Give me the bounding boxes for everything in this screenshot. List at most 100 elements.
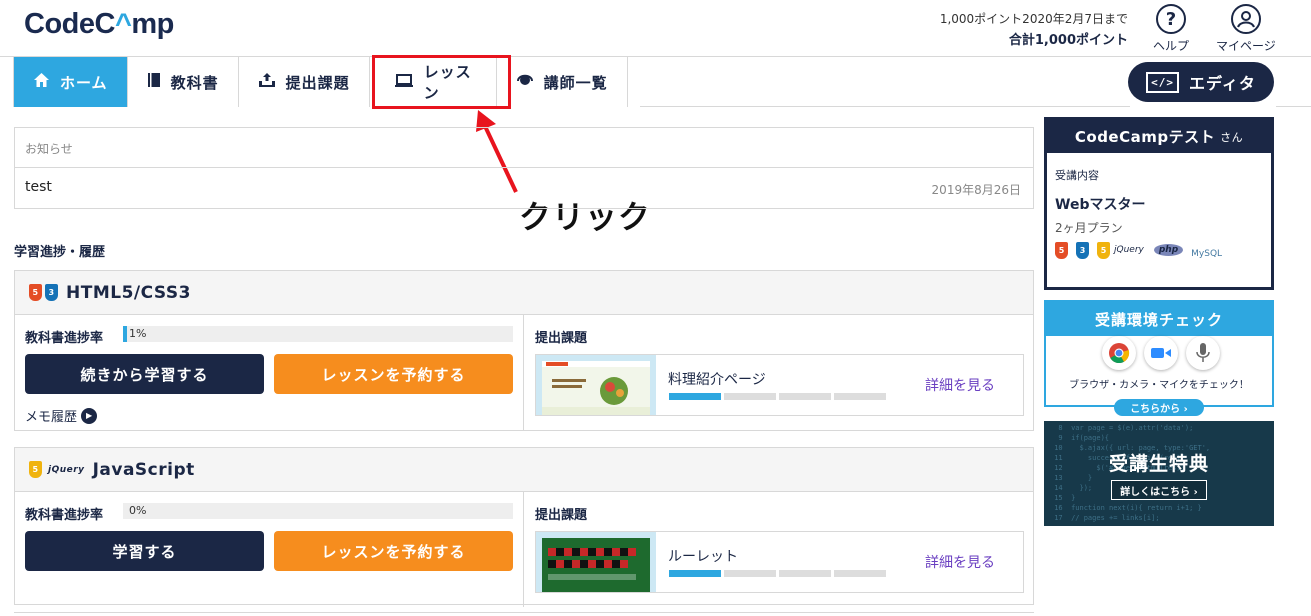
codecamp-logo[interactable]: CodeC^mp <box>24 8 174 41</box>
user-icon <box>1230 4 1261 34</box>
nav-home-label: ホーム <box>60 73 108 92</box>
task-step-segment <box>669 393 721 400</box>
progress-bar: 1% <box>123 326 513 342</box>
perk-title: 受講生特典 <box>1108 453 1209 475</box>
headset-icon <box>516 72 534 92</box>
html5-icon: 5 <box>29 284 42 301</box>
tech-icons: 5 3 5 jQuery php MySQL <box>1055 241 1222 259</box>
env-check-icons <box>1102 336 1228 370</box>
nav-assignments-label: 提出課題 <box>285 73 350 92</box>
lesson-highlight-box <box>372 55 511 109</box>
help-label: ヘルプ <box>1153 39 1190 53</box>
course-name: HTML5/CSS3 <box>66 282 191 303</box>
nav-instructors-label: 講師一覧 <box>543 73 608 92</box>
progress-label: 教科書進捗率 <box>25 331 104 346</box>
progress-percent: 0% <box>129 504 147 517</box>
memo-history-link[interactable]: メモ履歴 ▶ <box>25 406 98 425</box>
play-icon: ▶ <box>81 407 98 424</box>
nav-divider <box>1276 106 1311 107</box>
course-card-javascript: 5 jQuery JavaScript 教科書進捗率 0% 学習する レッスンを… <box>14 447 1034 607</box>
reserve-lesson-button[interactable]: レッスンを予約する <box>274 354 513 394</box>
task-step-segment <box>724 393 776 400</box>
notice-date: 2019年8月26日 <box>931 183 1021 197</box>
task-step-segment <box>834 393 886 400</box>
html5-icon: 5 <box>1055 241 1068 259</box>
nav-textbook-label: 教科書 <box>170 73 219 92</box>
mysql-icon: MySQL <box>1191 249 1223 259</box>
notice-heading: お知らせ <box>15 128 1033 168</box>
nav-home[interactable]: ホーム <box>14 57 128 107</box>
nav-assignments[interactable]: 提出課題 <box>239 57 370 107</box>
enrollment-label: 受講内容 <box>1055 169 1099 182</box>
thumbnail-inner <box>542 361 650 415</box>
notice-panel: お知らせ test 2019年8月26日 <box>14 127 1034 209</box>
nav-textbook[interactable]: 教科書 <box>128 57 239 107</box>
progress-fill <box>123 326 127 342</box>
microphone-icon <box>1186 336 1220 370</box>
css3-icon: 3 <box>1076 241 1089 259</box>
task-step-segment <box>779 393 831 400</box>
task-title: 料理紹介ページ <box>668 372 766 388</box>
task-title: ルーレット <box>668 549 738 565</box>
notice-item[interactable]: test 2019年8月26日 <box>15 168 1033 206</box>
nav-instructors[interactable]: 講師一覧 <box>497 57 628 107</box>
js-icon: 5 <box>1097 241 1110 259</box>
task-thumbnail <box>536 532 656 592</box>
task-label: 提出課題 <box>535 331 588 346</box>
nav-divider <box>640 106 1130 107</box>
editor-label: エディタ <box>1188 74 1256 93</box>
environment-check-card[interactable]: 受講環境チェック ブラウザ・カメラ・マイクをチェック！ こちらから › <box>1044 300 1274 416</box>
task-thumbnail <box>536 355 656 415</box>
task-step-segment <box>724 570 776 577</box>
env-check-button[interactable]: こちらから › <box>1114 399 1204 416</box>
user-card: CodeCampテスト さん 受講内容 Webマスター 2ヶ月プラン 5 3 5… <box>1044 117 1274 290</box>
reserve-lesson-button[interactable]: レッスンを予約する <box>274 531 513 571</box>
course-body: 教科書進捗率 1% 続きから学習する レッスンを予約する メモ履歴 ▶ 提出課題… <box>15 315 1033 430</box>
points-info: 1,000ポイント2020年2月7日まで 合計1,000ポイント <box>940 10 1128 48</box>
css3-icon: 3 <box>45 284 58 301</box>
js-icon: 5 <box>29 461 42 478</box>
task-progress <box>669 570 889 577</box>
notice-title: test <box>25 179 52 195</box>
help-button[interactable]: ? ヘルプ <box>1153 4 1189 54</box>
start-learning-button[interactable]: 学習する <box>25 531 264 571</box>
continue-learning-button[interactable]: 続きから学習する <box>25 354 264 394</box>
plan-label: 2ヶ月プラン <box>1055 221 1123 235</box>
php-icon: php <box>1153 244 1184 256</box>
mypage-button[interactable]: マイページ <box>1216 4 1276 54</box>
user-name: CodeCampテスト <box>1074 128 1216 146</box>
code-icon: </> <box>1146 71 1179 93</box>
course-card-html: 5 3 HTML5/CSS3 教科書進捗率 1% 続きから学習する レッスンを予… <box>14 270 1034 431</box>
detail-link[interactable]: 詳細を見る <box>925 375 995 395</box>
course-name: JavaScript <box>92 459 195 480</box>
detail-link[interactable]: 詳細を見る <box>925 552 995 572</box>
jquery-icon: jQuery <box>1114 245 1144 255</box>
task-progress <box>669 393 889 400</box>
env-check-title: 受講環境チェック <box>1046 302 1272 336</box>
user-suffix: さん <box>1220 130 1244 144</box>
points-expiry: 1,000ポイント2020年2月7日まで <box>939 12 1128 26</box>
points-total: 合計1,000ポイント <box>1008 33 1128 48</box>
chrome-icon <box>1102 336 1136 370</box>
task-step-segment <box>834 570 886 577</box>
editor-button[interactable]: </> エディタ <box>1128 62 1274 102</box>
env-check-text: ブラウザ・カメラ・マイクをチェック！ <box>1069 380 1249 391</box>
mypage-label: マイページ <box>1216 39 1276 53</box>
course-left: 教科書進捗率 0% 学習する レッスンを予約する <box>15 492 524 607</box>
help-icon: ? <box>1156 4 1186 34</box>
perk-details-button[interactable]: 詳しくはこちら › <box>1111 480 1207 500</box>
student-perks-banner[interactable]: 8 var page = $(e).attr('data'); 9 if(pag… <box>1044 421 1274 526</box>
section-title: 学習進捗・履歴 <box>14 245 106 260</box>
content-bottom-border <box>14 612 1034 613</box>
home-icon <box>33 72 50 92</box>
memo-history-label: メモ履歴 <box>25 410 78 425</box>
camera-icon <box>1144 336 1178 370</box>
task-step-segment <box>669 570 721 577</box>
task-card: ルーレット 詳細を見る <box>535 531 1024 593</box>
task-step-segment <box>779 570 831 577</box>
course-header: 5 3 HTML5/CSS3 <box>15 271 1033 315</box>
task-label: 提出課題 <box>535 508 588 523</box>
thumbnail-inner <box>542 538 650 592</box>
jquery-icon: jQuery <box>48 464 85 475</box>
course-left: 教科書進捗率 1% 続きから学習する レッスンを予約する メモ履歴 ▶ <box>15 315 524 430</box>
